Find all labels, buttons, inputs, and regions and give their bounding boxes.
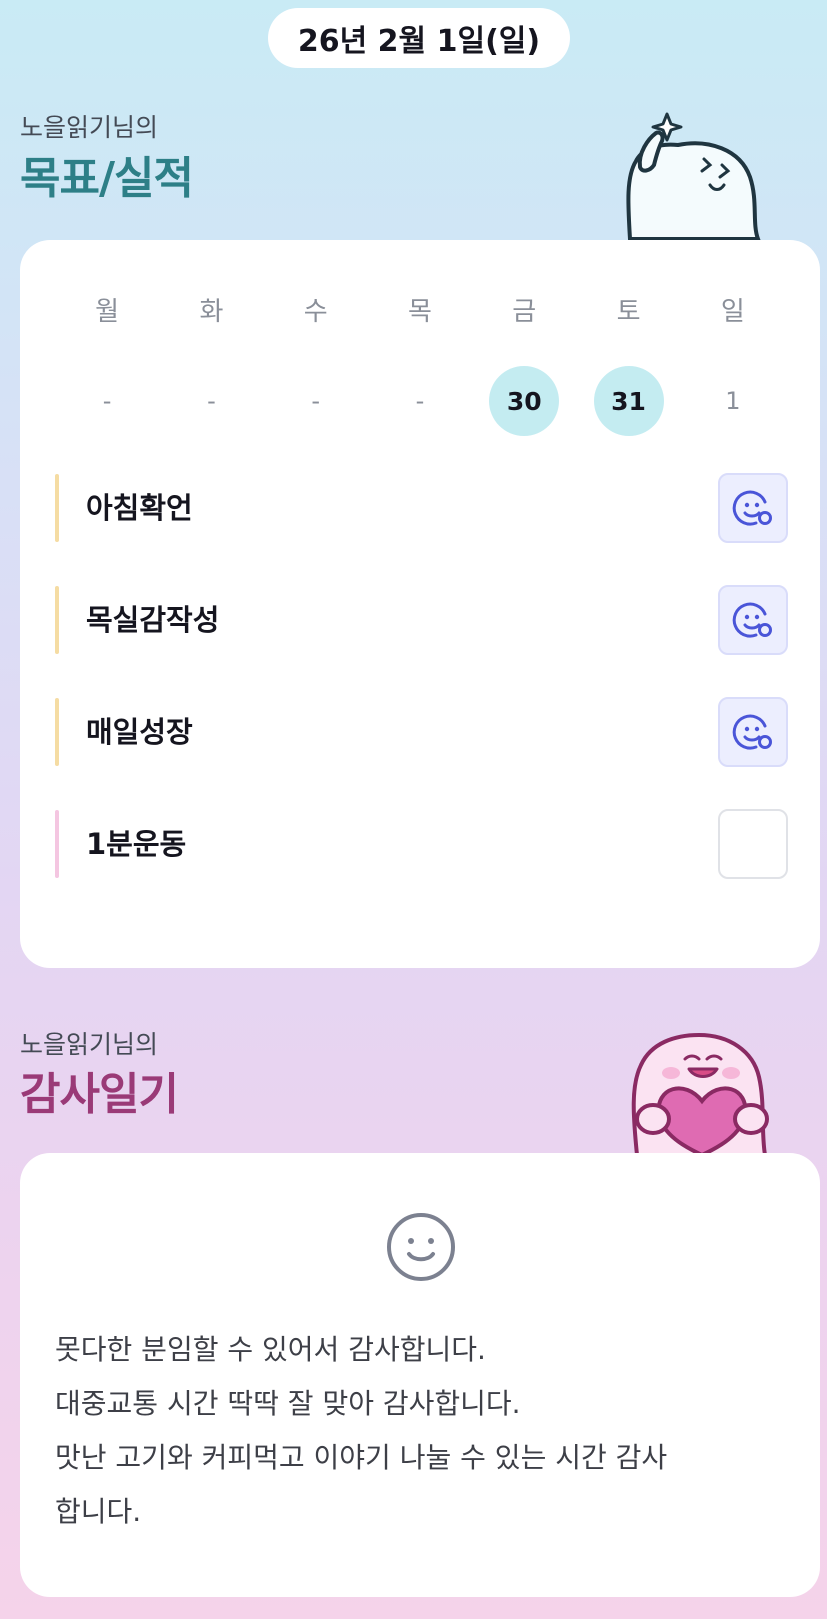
day-name: 금 xyxy=(512,297,537,327)
goal-accent-bar xyxy=(55,698,59,766)
waving-ghost-mascot xyxy=(626,112,761,240)
smile-badge-icon xyxy=(732,714,772,750)
smile-icon xyxy=(387,1213,455,1281)
heart-holding-ghost-mascot xyxy=(631,1032,769,1155)
gratitude-card: 못다한 분임할 수 있어서 감사합니다. 대중교통 시간 딱딱 잘 맞아 감사합… xyxy=(20,1153,820,1597)
goal-label: 목실감작성 xyxy=(86,603,220,637)
day-name: 수 xyxy=(303,297,328,327)
smile-badge-icon xyxy=(732,602,772,638)
day-name: 화 xyxy=(199,297,224,327)
day-column[interactable]: 수 - xyxy=(264,292,368,436)
goal-accent-bar xyxy=(55,586,59,654)
gratitude-title: 감사일기 xyxy=(20,1069,179,1120)
day-date: 1 xyxy=(725,387,741,415)
day-name: 일 xyxy=(720,297,745,327)
gratitude-line: 대중교통 시간 딱딱 잘 맞아 감사합니다. xyxy=(55,1387,521,1420)
goal-accent-bar xyxy=(55,474,59,542)
goal-label: 1분운동 xyxy=(86,827,187,861)
gratitude-entries: 못다한 분임할 수 있어서 감사합니다. 대중교통 시간 딱딱 잘 맞아 감사합… xyxy=(55,1323,790,1539)
day-column[interactable]: 일 1 xyxy=(681,292,785,436)
goal-label: 아침확언 xyxy=(86,491,193,525)
date-label: 26년 2월 1일(일) xyxy=(297,24,541,59)
goals-title: 목표/실적 xyxy=(20,153,194,204)
goals-card: 월 - 화 - 수 - 목 - 금 30 토 31 일 1 아침확언 목실감작성… xyxy=(20,240,820,968)
day-name: 목 xyxy=(408,297,432,327)
goal-item: 목실감작성 xyxy=(55,584,788,656)
day-date: - xyxy=(415,387,425,415)
date-selector[interactable]: 26년 2월 1일(일) xyxy=(268,8,570,68)
goal-item: 1분운동 xyxy=(55,808,788,880)
day-column[interactable]: 월 - xyxy=(55,292,159,436)
day-date: 30 xyxy=(489,366,560,436)
day-date: - xyxy=(207,387,216,415)
day-date: - xyxy=(311,387,321,415)
goal-check-button[interactable] xyxy=(718,809,788,879)
goal-item: 아침확언 xyxy=(55,472,788,544)
day-column[interactable]: 목 - xyxy=(368,292,472,436)
goal-accent-bar xyxy=(55,810,59,878)
day-column[interactable]: 화 - xyxy=(159,292,263,436)
week-calendar: 월 - 화 - 수 - 목 - 금 30 토 31 일 1 xyxy=(55,292,785,436)
day-date: 31 xyxy=(593,366,664,436)
goal-check-button[interactable] xyxy=(718,585,788,655)
goal-check-button[interactable] xyxy=(718,697,788,767)
goal-label: 매일성장 xyxy=(86,715,193,749)
gratitude-owner-label: 노을읽기님의 xyxy=(20,1030,159,1059)
gratitude-line: 못다한 분임할 수 있어서 감사합니다. xyxy=(55,1333,486,1366)
day-column[interactable]: 토 31 xyxy=(576,292,680,436)
gratitude-line: 합니다. xyxy=(55,1495,142,1528)
smile-badge-icon xyxy=(732,490,772,526)
day-date: - xyxy=(102,387,112,415)
day-column[interactable]: 금 30 xyxy=(472,292,576,436)
gratitude-line: 맛난 고기와 커피먹고 이야기 나눌 수 있는 시간 감사 xyxy=(55,1441,668,1474)
day-name: 토 xyxy=(616,297,641,327)
goals-owner-label: 노을읽기님의 xyxy=(20,113,159,142)
goal-item: 매일성장 xyxy=(55,696,788,768)
day-name: 월 xyxy=(95,297,120,327)
goal-check-button[interactable] xyxy=(718,473,788,543)
